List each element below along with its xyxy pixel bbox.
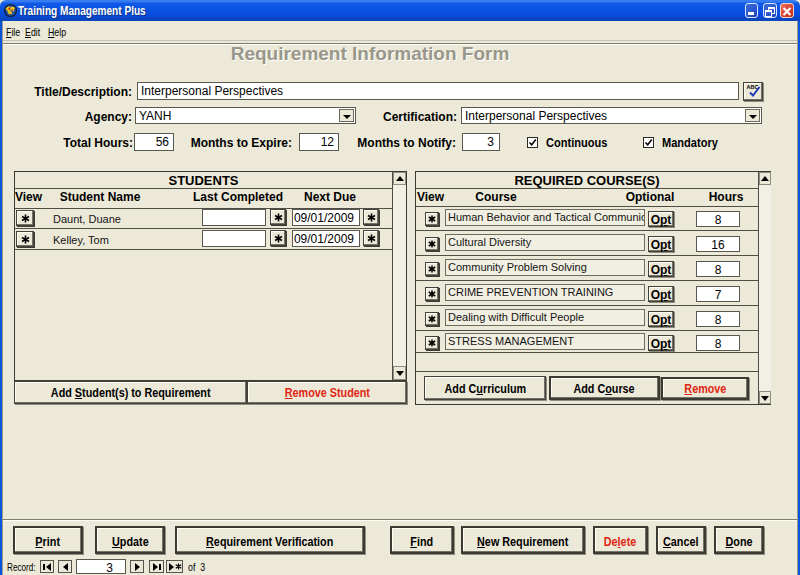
svg-text:ABC: ABC bbox=[747, 84, 759, 90]
